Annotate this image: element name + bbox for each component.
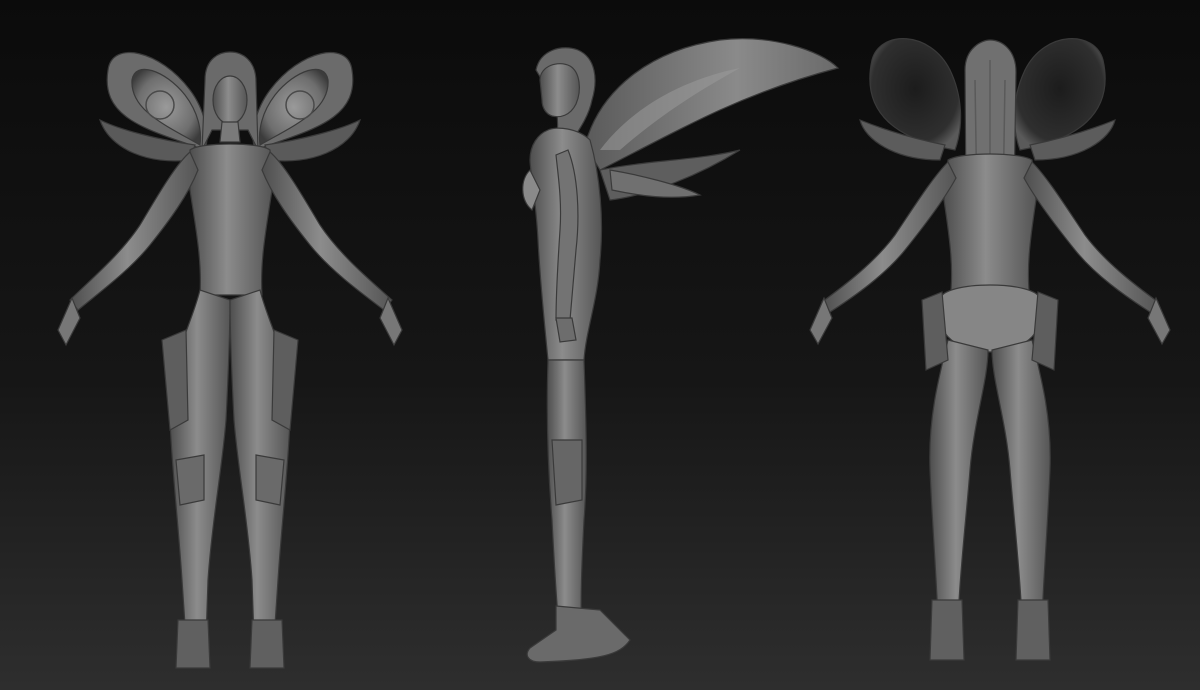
turnaround-render (0, 0, 1200, 690)
sculpt-render-viewport (0, 0, 1200, 690)
